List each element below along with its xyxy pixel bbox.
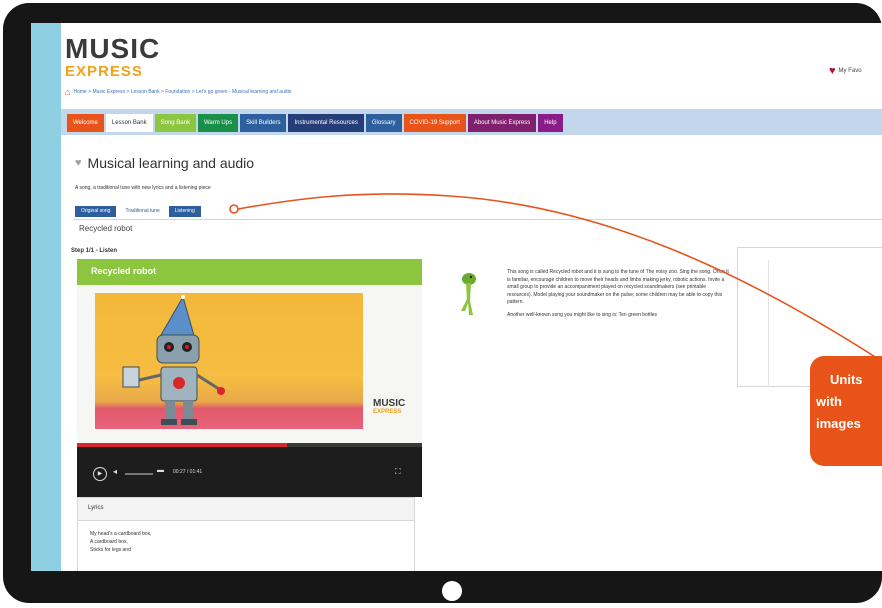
callout-line: with	[816, 394, 842, 409]
callout-line: Units	[830, 372, 863, 387]
callout-pointer	[229, 193, 881, 361]
callout-line: images	[816, 416, 861, 431]
annotation-callout: Units with images	[810, 356, 882, 466]
